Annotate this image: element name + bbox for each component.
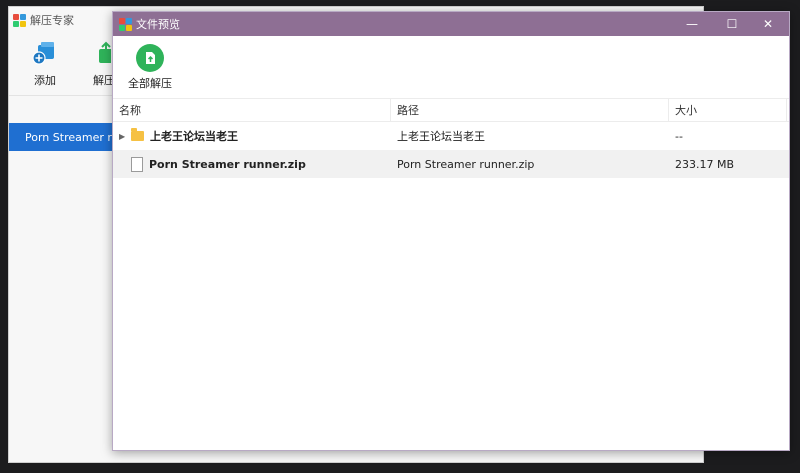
extract-all-label: 全部解压 — [128, 77, 172, 90]
app-grid-icon — [119, 17, 132, 31]
name-cell: ▶ 上老王论坛当老王 — [113, 128, 391, 144]
column-header-path[interactable]: 路径 — [391, 99, 669, 121]
path-cell: Porn Streamer runner.zip — [397, 157, 535, 171]
add-archive-icon — [32, 42, 54, 65]
dialog-title: 文件预览 — [136, 18, 180, 31]
row-name: Porn Streamer runner.zip — [149, 157, 306, 171]
app-grid-icon — [13, 13, 26, 27]
extract-all-icon — [136, 44, 164, 72]
file-table: 名称 路径 大小 ▶ 上老王论坛当老王 上老王论坛当老王 -- Porn Str… — [113, 98, 789, 178]
maximize-button[interactable]: ☐ — [715, 12, 749, 36]
column-header-name[interactable]: 名称 — [113, 99, 391, 121]
dialog-titlebar[interactable]: 文件预览 — ☐ ✕ — [113, 12, 789, 36]
file-icon — [131, 156, 143, 172]
size-cell: 233.17 MB — [675, 157, 735, 171]
close-button[interactable]: ✕ — [751, 12, 785, 36]
add-button-label: 添加 — [34, 74, 56, 87]
folder-icon — [131, 128, 144, 141]
extract-icon — [99, 41, 113, 63]
table-header: 名称 路径 大小 — [113, 98, 789, 122]
file-preview-dialog: 文件预览 — ☐ ✕ 全部解压 名称 路径 大小 ▶ 上老王论坛当老王 上老王论… — [112, 11, 790, 451]
row-name: 上老王论坛当老王 — [150, 130, 238, 143]
archive-list-item-label: Porn Streamer runner.zip — [25, 130, 125, 144]
main-window-title: 解压专家 — [30, 14, 74, 27]
extract-button[interactable]: 解压 — [81, 41, 115, 88]
close-icon: ✕ — [762, 17, 774, 31]
dialog-toolbar: 全部解压 — [113, 36, 789, 98]
name-cell: Porn Streamer runner.zip — [113, 156, 391, 172]
path-cell: 上老王论坛当老王 — [397, 130, 485, 143]
archive-list-item-selected[interactable]: Porn Streamer runner.zip — [9, 123, 125, 151]
table-row[interactable]: ▶ 上老王论坛当老王 上老王论坛当老王 -- — [113, 122, 789, 150]
maximize-icon: ☐ — [726, 17, 738, 31]
add-button[interactable]: 添加 — [15, 41, 75, 88]
extract-button-label: 解压 — [93, 74, 115, 87]
table-row[interactable]: Porn Streamer runner.zip Porn Streamer r… — [113, 150, 789, 178]
minimize-icon: — — [686, 17, 698, 31]
minimize-button[interactable]: — — [675, 12, 709, 36]
column-header-size[interactable]: 大小 — [669, 99, 787, 121]
size-cell: -- — [675, 129, 683, 143]
extract-all-button[interactable]: 全部解压 — [127, 44, 173, 91]
expand-arrow-icon[interactable]: ▶ — [119, 132, 131, 141]
